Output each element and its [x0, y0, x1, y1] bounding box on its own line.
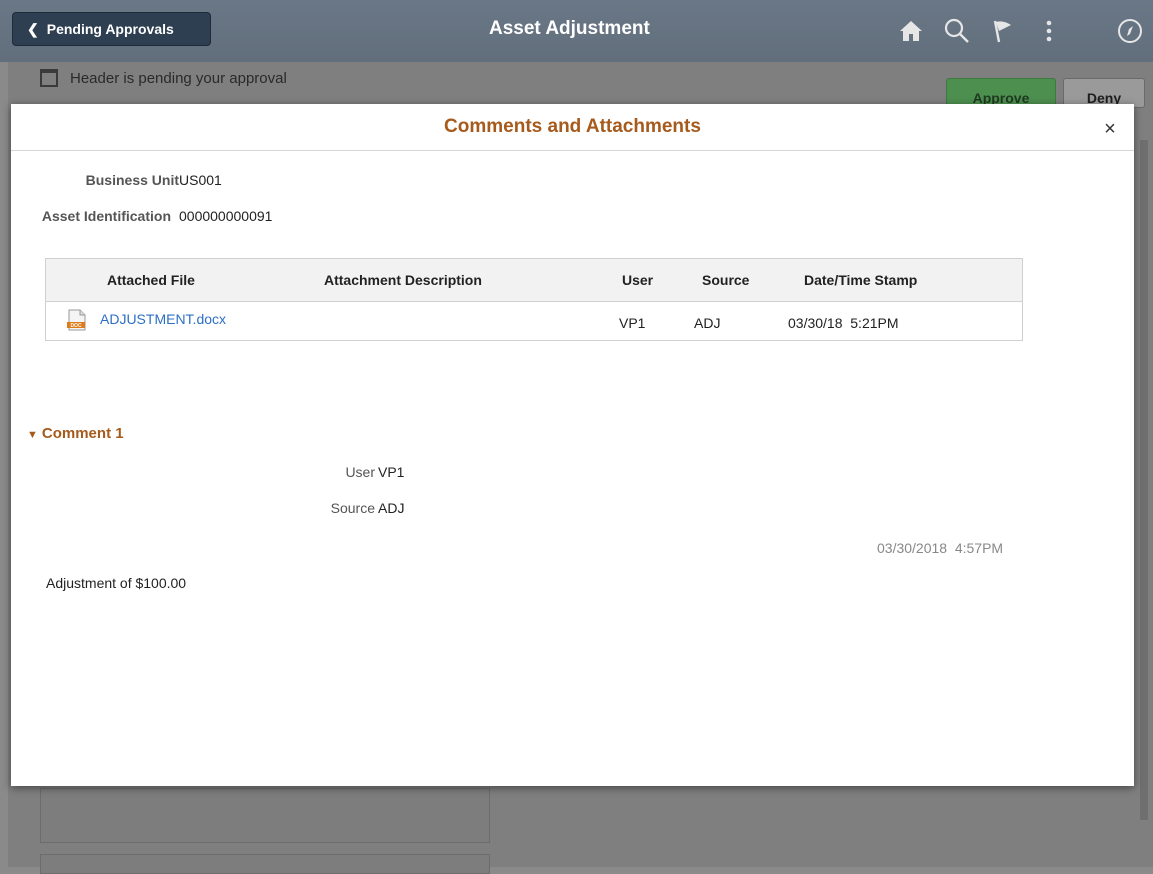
comments-attachments-modal: Comments and Attachments × Business Unit… — [11, 104, 1134, 786]
attachment-user-cell: VP1 — [619, 315, 646, 331]
navbar-compass-icon[interactable] — [1117, 18, 1143, 44]
attachments-grid-header: Attached File Attachment Description Use… — [46, 259, 1022, 302]
attachment-file-link[interactable]: ADJUSTMENT.docx — [100, 311, 226, 327]
attachment-timestamp-cell: 03/30/18 5:21PM — [788, 315, 899, 331]
back-button-label: Pending Approvals — [46, 21, 174, 37]
asset-identification-value: 000000000091 — [179, 208, 273, 224]
triangle-down-icon: ▼ — [27, 429, 38, 441]
window-icon — [40, 69, 58, 87]
page-title: Asset Adjustment — [489, 18, 650, 39]
page-scrollbar[interactable] — [1140, 140, 1148, 820]
flag-icon[interactable] — [990, 18, 1016, 44]
attachment-source-cell: ADJ — [694, 315, 721, 331]
modal-title: Comments and Attachments — [444, 116, 701, 137]
chevron-left-icon: ❮ — [27, 20, 39, 37]
secondary-textarea[interactable] — [40, 854, 490, 874]
comment-user-label: User — [345, 464, 375, 480]
modal-header: Comments and Attachments × — [11, 104, 1134, 151]
comment-text: Adjustment of $100.00 — [46, 575, 187, 591]
pending-approval-notice: Header is pending your approval — [40, 69, 287, 87]
document-icon: DOC — [67, 309, 86, 331]
attachments-grid: Attached File Attachment Description Use… — [45, 258, 1023, 341]
more-vertical-icon[interactable] — [1036, 18, 1062, 44]
column-header-user[interactable]: User — [622, 272, 653, 288]
close-icon[interactable]: × — [1100, 118, 1120, 141]
pending-approval-text: Header is pending your approval — [70, 69, 287, 87]
comment-source-label: Source — [330, 500, 375, 516]
svg-text:DOC: DOC — [70, 323, 82, 329]
search-icon[interactable] — [944, 18, 970, 44]
column-header-datetime-stamp[interactable]: Date/Time Stamp — [804, 272, 917, 288]
comments-textarea[interactable] — [40, 788, 490, 843]
comment-timestamp: 03/30/2018 4:57PM — [877, 540, 1004, 556]
comment-user-value: VP1 — [378, 464, 405, 480]
column-header-attachment-description[interactable]: Attachment Description — [324, 272, 482, 288]
asset-identification-label: Asset Identification — [41, 208, 171, 224]
comment-1-toggle[interactable]: ▼ Comment 1 — [27, 425, 124, 442]
back-to-pending-approvals-button[interactable]: ❮ Pending Approvals — [12, 12, 211, 46]
column-header-attached-file[interactable]: Attached File — [107, 272, 195, 288]
comment-source-value: ADJ — [378, 500, 405, 516]
business-unit-label: Business Unit — [85, 172, 179, 188]
home-icon[interactable] — [898, 18, 924, 44]
business-unit-value: US001 — [179, 172, 222, 188]
comment-1-heading: Comment 1 — [41, 425, 124, 442]
column-header-source[interactable]: Source — [702, 272, 749, 288]
